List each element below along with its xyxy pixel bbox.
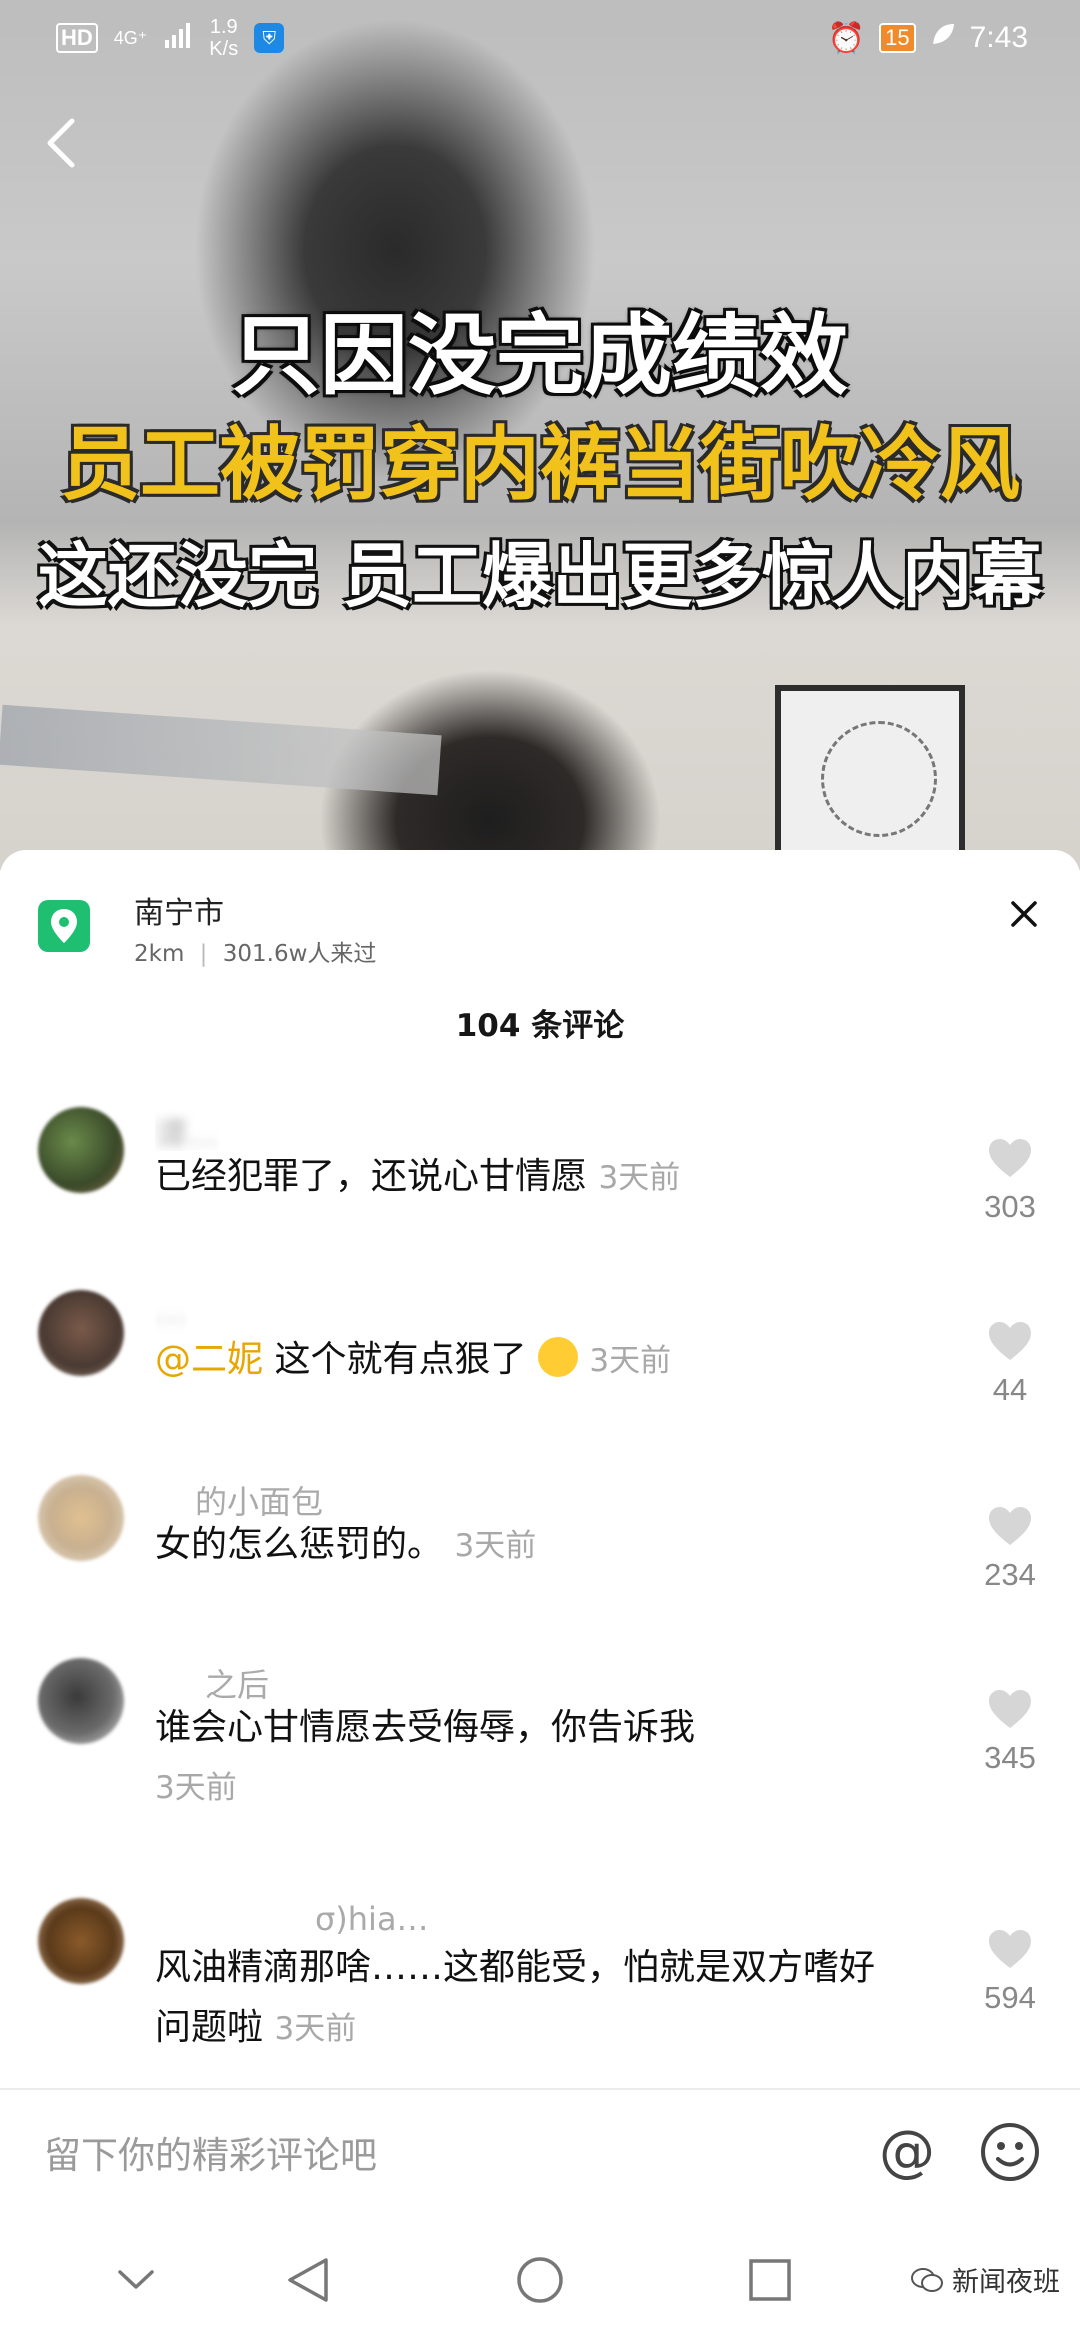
comment-time: 3天前 bbox=[155, 1770, 237, 1806]
location-pin-icon[interactable] bbox=[38, 900, 90, 952]
network-type: 4G⁺ bbox=[113, 28, 148, 48]
location-distance: 2km bbox=[134, 941, 185, 967]
like-count: 44 bbox=[992, 1372, 1028, 1407]
clock-time: 7:43 bbox=[969, 21, 1028, 54]
video-caption-line-1: 只因没完成绩效 bbox=[231, 304, 848, 407]
heart-icon bbox=[989, 1322, 1031, 1360]
comment-time: 3天前 bbox=[589, 1343, 672, 1379]
speed-unit: K/s bbox=[209, 38, 239, 60]
shield-icon: ⛨ bbox=[254, 23, 285, 53]
emoji-icon[interactable] bbox=[978, 2120, 1042, 2184]
comment-time: 3天前 bbox=[454, 1528, 537, 1564]
comment-text: 风油精滴那啥……这都能受，怕就是双方嗜好问题啦 3天前 bbox=[155, 1947, 876, 2048]
like-button[interactable]: 303 bbox=[970, 1137, 1050, 1225]
close-button[interactable] bbox=[994, 884, 1054, 944]
comment-text: 已经犯罪了，还说心甘情愿 3天前 bbox=[155, 1156, 681, 1197]
hd-indicator: HD bbox=[56, 23, 98, 53]
at-icon[interactable]: @ bbox=[875, 2120, 939, 2184]
nav-home-icon[interactable] bbox=[510, 2250, 570, 2310]
heart-icon bbox=[989, 1930, 1031, 1968]
comment-time: 3天前 bbox=[274, 2011, 357, 2047]
like-button[interactable]: 234 bbox=[970, 1505, 1050, 1593]
like-button[interactable]: 44 bbox=[970, 1320, 1050, 1408]
comment-username[interactable]: 之后 bbox=[155, 1660, 269, 1702]
close-icon bbox=[1011, 901, 1037, 927]
like-count: 594 bbox=[984, 1980, 1036, 2015]
like-button[interactable]: 345 bbox=[970, 1688, 1050, 1776]
comment-username[interactable]: … bbox=[155, 1292, 187, 1334]
comment-input[interactable] bbox=[42, 2122, 826, 2188]
avatar[interactable] bbox=[38, 1290, 124, 1376]
avatar[interactable] bbox=[38, 1898, 124, 1984]
comment-username[interactable]: σ)hia… bbox=[155, 1900, 429, 1942]
location-separator: | bbox=[199, 941, 208, 967]
comment-username[interactable]: 的小面包 bbox=[155, 1477, 323, 1519]
like-count: 303 bbox=[984, 1189, 1036, 1224]
video-caption-line-3: 这还没完 员工爆出更多惊人内幕 bbox=[37, 535, 1043, 617]
location-visitors: 301.6w人来过 bbox=[222, 941, 377, 967]
like-count: 234 bbox=[984, 1557, 1036, 1592]
avatar[interactable] bbox=[38, 1107, 124, 1193]
alarm-icon: ⏰ bbox=[827, 21, 866, 55]
back-button[interactable] bbox=[30, 108, 90, 178]
nav-down-icon[interactable] bbox=[106, 2250, 166, 2310]
comment-time: 3天前 bbox=[598, 1160, 681, 1196]
avatar[interactable] bbox=[38, 1658, 124, 1744]
battery-indicator: 15 bbox=[879, 23, 916, 53]
location-name[interactable]: 南宁市 bbox=[134, 888, 224, 932]
network-speed: 1.9 K/s bbox=[209, 16, 238, 60]
comment-username[interactable]: 谭… bbox=[155, 1109, 219, 1151]
status-bar-left: HD 4G⁺ 1.9 K/s ⛨ bbox=[56, 16, 285, 60]
system-nav-bar: 新闻夜班 bbox=[0, 2220, 1080, 2340]
heart-icon bbox=[989, 1690, 1031, 1728]
watermark: 新闻夜班 bbox=[910, 2260, 1060, 2299]
heart-icon bbox=[989, 1507, 1031, 1545]
laughing-emoji-icon bbox=[537, 1337, 578, 1377]
comment-input-bar: @ bbox=[0, 2088, 1080, 2222]
signal-icon bbox=[163, 22, 193, 54]
like-button[interactable]: 594 bbox=[970, 1928, 1050, 2016]
wechat-icon bbox=[911, 2267, 943, 2292]
location-meta: 2km | 301.6w人来过 bbox=[134, 934, 376, 968]
comment-count-title: 104 条评论 bbox=[455, 1008, 625, 1044]
comment-text: @二妮 这个就有点狠了 3天前 bbox=[155, 1337, 672, 1380]
comment-text: 谁会心甘情愿去受侮辱，你告诉我 bbox=[155, 1707, 696, 1748]
nav-recents-icon[interactable] bbox=[740, 2250, 800, 2310]
heart-icon bbox=[989, 1139, 1031, 1177]
back-icon bbox=[47, 118, 75, 168]
comment-sheet: 南宁市 2km | 301.6w人来过 104 条评论 谭… 已经犯罪了，还说心… bbox=[0, 850, 1080, 2090]
status-bar-right: ⏰ 15 7:43 bbox=[828, 18, 1028, 58]
video-player[interactable]: HD 4G⁺ 1.9 K/s ⛨ ⏰ 15 7:43 只因没完成绩效 员工被罚穿… bbox=[0, 0, 1080, 870]
like-count: 345 bbox=[984, 1740, 1036, 1775]
comment-text: 女的怎么惩罚的。 3天前 bbox=[155, 1524, 537, 1565]
comment-mention[interactable]: @二妮 bbox=[155, 1339, 263, 1380]
video-caption-line-2: 员工被罚穿内裤当街吹冷风 bbox=[60, 418, 1020, 511]
avatar[interactable] bbox=[38, 1475, 124, 1561]
speed-value: 1.9 bbox=[209, 16, 238, 38]
background-painting bbox=[775, 685, 965, 870]
leaf-icon bbox=[930, 21, 956, 55]
background-window-frame bbox=[0, 704, 442, 796]
nav-back-icon[interactable] bbox=[278, 2250, 338, 2310]
